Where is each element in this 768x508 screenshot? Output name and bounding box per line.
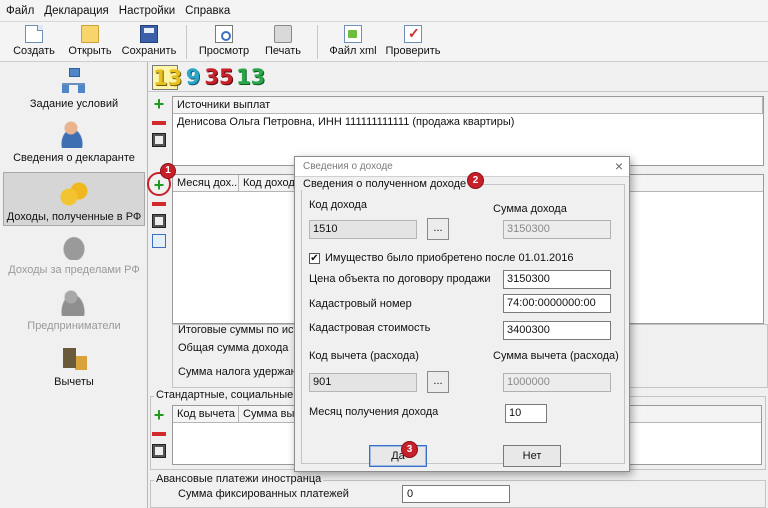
total-income-label: Общая сумма дохода xyxy=(178,342,289,354)
menu-bar: Файл Декларация Настройки Справка xyxy=(0,0,768,22)
check-document-icon xyxy=(404,25,422,43)
print-button[interactable]: Печать xyxy=(255,22,311,62)
step-marker-1: 1 xyxy=(160,163,176,179)
sidebar: Задание условий Сведения о декларанте До… xyxy=(0,62,148,508)
tab-rate-9[interactable]: 9 xyxy=(184,65,202,90)
advance-group-label: Авансовые платежи иностранца xyxy=(154,473,324,485)
floppy-disk-icon xyxy=(140,25,158,43)
menu-help[interactable]: Справка xyxy=(185,5,230,17)
remove-source-icon[interactable] xyxy=(152,121,166,125)
sidebar-item-declarant[interactable]: Сведения о декларанте xyxy=(3,120,145,172)
dialog-title-bar: Сведения о доходе × xyxy=(295,157,629,177)
acquired-after-label: Имущество было приобретено после 01.01.2… xyxy=(325,252,574,264)
xml-file-button[interactable]: Файл xml xyxy=(324,22,382,62)
money-bag-icon xyxy=(59,232,89,260)
preview-button[interactable]: Просмотр xyxy=(193,22,255,62)
totals-group-label: Итоговые суммы по ист xyxy=(178,324,299,336)
new-document-icon xyxy=(25,25,43,43)
sources-actions: + xyxy=(148,95,170,151)
fixed-payments-input[interactable]: 0 xyxy=(402,485,510,503)
add-source-icon[interactable]: + xyxy=(151,95,167,113)
xml-export-icon xyxy=(344,25,362,43)
preview-icon xyxy=(215,25,233,43)
coins-icon xyxy=(59,179,89,207)
fixed-payments-label: Сумма фиксированных платежей xyxy=(178,488,349,500)
cadastral-value-label: Кадастровая стоимость xyxy=(309,322,431,334)
column-header: Месяц дох... xyxy=(173,175,239,191)
open-folder-icon xyxy=(81,25,99,43)
step-marker-2: 2 xyxy=(467,172,484,189)
cadastral-number-field[interactable]: 74:00:0000000:00 xyxy=(503,294,611,313)
menu-settings[interactable]: Настройки xyxy=(119,5,175,17)
remove-income-icon[interactable] xyxy=(152,202,166,206)
toolbar-separator xyxy=(186,25,187,59)
column-header: Сумма вы xyxy=(239,406,299,422)
person-icon xyxy=(59,120,89,148)
sidebar-item-conditions[interactable]: Задание условий xyxy=(3,66,145,118)
edit-income-icon[interactable] xyxy=(152,214,166,228)
calculator-icon xyxy=(59,344,89,372)
income-sum-field[interactable]: 3150300 xyxy=(503,220,611,239)
acquired-after-checkbox[interactable]: ✔ xyxy=(309,253,320,264)
toolbar-separator xyxy=(317,25,318,59)
deductions-group-label: Стандартные, социальные и xyxy=(154,389,305,401)
step-marker-3: 3 xyxy=(401,441,418,458)
printer-icon xyxy=(274,25,292,43)
edit-deduction-icon[interactable] xyxy=(152,444,166,458)
tax-rate-tabs: 13 9 35 13 xyxy=(148,62,768,92)
add-deduction-icon[interactable]: + xyxy=(151,406,167,424)
income-dialog: Сведения о доходе × Сведения о полученно… xyxy=(294,156,630,472)
deduction-sum-label: Сумма вычета (расхода) xyxy=(493,350,619,362)
deduction-code-browse-button[interactable]: ... xyxy=(427,371,449,393)
income-code-browse-button[interactable]: ... xyxy=(427,218,449,240)
copy-income-icon[interactable] xyxy=(152,234,166,248)
dialog-title: Сведения о доходе xyxy=(303,161,393,172)
tab-rate-13-nonresident[interactable]: 13 xyxy=(236,65,265,90)
tab-rate-35[interactable]: 35 xyxy=(204,65,234,90)
close-icon[interactable]: × xyxy=(615,158,623,174)
column-header: Код вычета xyxy=(173,406,239,422)
sidebar-item-entrepreneurs[interactable]: Предприниматели xyxy=(3,288,145,340)
table-row[interactable]: Денисова Ольга Петровна, ИНН 11111111111… xyxy=(173,114,591,130)
create-button[interactable]: Создать xyxy=(6,22,62,62)
tax-withheld-label: Сумма налога удержан xyxy=(178,366,297,378)
toolbar: Создать Открыть Сохранить Просмотр Печат… xyxy=(0,22,768,62)
menu-declaration[interactable]: Декларация xyxy=(44,5,108,17)
check-button[interactable]: Проверить xyxy=(382,22,444,62)
businessman-icon xyxy=(59,288,89,316)
cadastral-number-label: Кадастровый номер xyxy=(309,298,412,310)
income-code-field[interactable]: 1510 xyxy=(309,220,417,239)
sidebar-item-income-rf[interactable]: Доходы, полученные в РФ xyxy=(3,172,145,226)
contract-price-field[interactable]: 3150300 xyxy=(503,270,611,289)
org-chart-icon xyxy=(59,66,89,94)
deduction-code-field[interactable]: 901 xyxy=(309,373,417,392)
tab-rate-13[interactable]: 13 xyxy=(152,65,182,90)
yes-button[interactable]: Да xyxy=(369,445,427,467)
income-code-label: Код дохода xyxy=(309,199,367,211)
no-button[interactable]: Нет xyxy=(503,445,561,467)
income-sum-label: Сумма дохода xyxy=(493,203,567,215)
deduction-code-label: Код вычета (расхода) xyxy=(309,350,419,362)
deduction-sum-field[interactable]: 1000000 xyxy=(503,373,611,392)
edit-source-icon[interactable] xyxy=(152,133,166,147)
open-button[interactable]: Открыть xyxy=(62,22,118,62)
income-month-field[interactable]: 10 xyxy=(505,404,547,423)
contract-price-label: Цена объекта по договору продажи xyxy=(309,273,491,285)
income-details-label: Сведения о полученном доходе xyxy=(301,178,469,190)
deductions-actions: + xyxy=(148,406,170,462)
remove-deduction-icon[interactable] xyxy=(152,432,166,436)
cadastral-value-field[interactable]: 3400300 xyxy=(503,321,611,340)
column-header: Источники выплат xyxy=(173,97,763,113)
save-button[interactable]: Сохранить xyxy=(118,22,180,62)
sidebar-item-income-abroad[interactable]: Доходы за пределами РФ xyxy=(3,232,145,284)
menu-file[interactable]: Файл xyxy=(6,5,34,17)
sidebar-item-deductions[interactable]: Вычеты xyxy=(3,344,145,396)
income-month-label: Месяц получения дохода xyxy=(309,406,439,418)
